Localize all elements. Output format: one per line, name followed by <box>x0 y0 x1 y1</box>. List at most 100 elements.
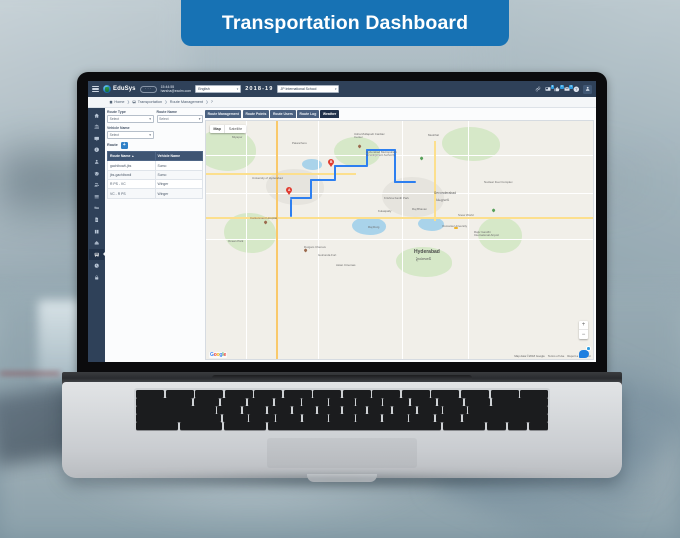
sidebar-item-exams[interactable] <box>89 226 104 237</box>
sidebar-item-dashboard[interactable] <box>89 133 104 144</box>
user-avatar-icon[interactable] <box>583 84 592 94</box>
keyboard-row <box>136 398 549 406</box>
map-label-university-hyderabad: University of Hyderabad <box>252 176 283 180</box>
map-label-snow-world: Snow World <box>458 213 474 217</box>
laptop-shadow <box>72 472 612 488</box>
route-type-value: Select <box>109 116 120 121</box>
laptop-lid: EduSys · · · 15:44:55 harsha@eadm.com En… <box>77 72 607 375</box>
route-name-select[interactable]: Select ▾ <box>156 115 203 123</box>
table-row[interactable]: jbs-gachibowli Sumo <box>107 169 203 181</box>
chat-bubble-icon <box>579 350 589 358</box>
keyboard-row <box>136 390 549 398</box>
map-type-map[interactable]: Map <box>210 125 225 133</box>
sidebar-item-library[interactable] <box>89 238 104 249</box>
sort-ascending-icon: ▲ <box>131 154 135 159</box>
tab-weather[interactable]: Weather <box>320 110 339 118</box>
map-road <box>206 193 593 195</box>
table-row[interactable]: VC - R PS Winger <box>107 188 203 199</box>
tab-route-users[interactable]: Route Users <box>270 110 296 118</box>
sidebar-item-home[interactable] <box>89 110 104 121</box>
map-label-usha-mullapudi: Usha Mullapudi Cardiac Center <box>354 132 385 140</box>
sidebar-item-reports[interactable] <box>89 214 104 225</box>
google-map[interactable]: A B Hyderabad హైదరాబాద్ Secunderabad సిక… <box>205 120 594 360</box>
sidebar-item-transportation[interactable] <box>89 249 104 260</box>
add-route-button[interactable]: + <box>120 141 128 149</box>
map-type-toggle[interactable]: Map Satellite <box>210 125 246 133</box>
tab-route-points[interactable]: Route Points <box>242 110 269 118</box>
breadcrumb-item-route-management[interactable]: Route Management <box>170 100 203 104</box>
brand-name: EduSys <box>113 86 136 92</box>
cell-vehicle-name: Winger <box>154 188 203 199</box>
app-header: EduSys · · · 15:44:55 harsha@eadm.com En… <box>88 81 596 97</box>
thumbs-up-icon[interactable]: 0 <box>554 85 564 92</box>
cell-vehicle-name: Sumo <box>154 169 203 181</box>
sidebar-item-info[interactable] <box>89 145 104 156</box>
help-icon[interactable]: ? <box>573 86 580 93</box>
chat-widget[interactable] <box>579 346 591 358</box>
terms-of-use-link[interactable]: Terms of Use <box>548 354 564 358</box>
link-icon[interactable] <box>535 86 541 92</box>
hamburger-icon[interactable] <box>92 85 99 93</box>
cell-route-name: VC - R PS <box>107 188 156 199</box>
map-label-secunderabad: Secunderabad <box>434 191 457 195</box>
cell-route-name: R PS - VC <box>107 179 156 190</box>
news-icon[interactable]: 0 <box>545 85 555 92</box>
language-select[interactable]: English ▾ <box>195 85 242 93</box>
tab-route-management[interactable]: Route Management <box>205 110 242 118</box>
mail-icon[interactable]: 0 <box>563 85 574 92</box>
sidebar-item-users[interactable] <box>89 156 104 167</box>
map-label-cantonment-hospital: Cantonment Hospital <box>250 216 277 220</box>
map-type-satellite[interactable]: Satellite <box>224 125 246 133</box>
tab-route-log[interactable]: Route Log <box>296 110 319 118</box>
zoom-in-button[interactable]: + <box>579 321 588 330</box>
sidebar-item-history[interactable] <box>89 261 104 272</box>
bank-icon <box>94 124 99 129</box>
icon-sidebar <box>88 108 105 362</box>
sidebar-item-institution[interactable] <box>89 122 104 133</box>
page-title-banner: Transportation Dashboard <box>181 0 509 46</box>
map-label-patancheru: Patancheru <box>292 141 307 145</box>
map-label-raj-bhavan: Raj Bhavan <box>412 207 427 211</box>
chevron-down-icon: ▾ <box>236 87 239 91</box>
session-info: 15:44:55 harsha@eadm.com <box>161 85 192 93</box>
tab-bar: Route Management Route Points Route User… <box>205 110 594 118</box>
table-row[interactable]: R PS - VC Winger <box>107 179 203 190</box>
breadcrumb-item-transportation[interactable]: Transportation <box>132 100 162 104</box>
breadcrumb-label: Route Management <box>169 100 204 104</box>
sidebar-item-staff[interactable] <box>89 180 104 191</box>
sidebar-item-security[interactable] <box>89 272 104 283</box>
route-type-select[interactable]: Select ▾ <box>107 115 154 123</box>
marker-tip <box>329 164 334 168</box>
map-green-area <box>206 129 256 171</box>
sidebar-item-list[interactable] <box>89 191 104 202</box>
map-label-durgam-cheruvu: Durgam Cheruvu <box>304 245 327 249</box>
breadcrumb-help[interactable]: ? <box>211 100 213 104</box>
academic-year: 2018-19 <box>245 86 274 92</box>
map-marker-a[interactable]: A <box>286 187 293 196</box>
laptop-mockup: EduSys · · · 15:44:55 harsha@eadm.com En… <box>62 72 622 492</box>
zoom-out-button[interactable]: − <box>579 330 588 339</box>
table-row[interactable]: gachibowli-jbs Sumo <box>107 160 203 171</box>
vehicle-name-select[interactable]: Select ▾ <box>107 130 154 139</box>
cell-vehicle-name: Winger <box>154 179 203 190</box>
map-label-secunderabad-telugu: సికింద్రాబాద్ <box>436 198 450 202</box>
breadcrumb-label: Transportation <box>137 100 163 104</box>
info-icon <box>94 147 99 153</box>
sidebar-item-hostel[interactable] <box>89 203 104 214</box>
map-zoom-controls[interactable]: + − <box>579 321 588 339</box>
column-route-name[interactable]: Route Name ▲ <box>107 150 156 162</box>
map-marker-b[interactable]: B <box>328 159 335 168</box>
map-label-hmda: Hyderabad Metropolitan Development Autho… <box>366 150 397 158</box>
school-select[interactable]: JP International School ▾ <box>277 85 340 93</box>
column-vehicle-name[interactable]: Vehicle Name <box>154 150 203 162</box>
breadcrumb-separator: ❯ <box>126 100 130 104</box>
brand-logo[interactable]: EduSys <box>103 85 136 93</box>
brand-badge: · · · <box>139 85 157 93</box>
vehicle-name-label: Vehicle Name <box>107 125 130 130</box>
breadcrumb-item-home[interactable]: Home <box>109 100 125 104</box>
sidebar-item-students[interactable] <box>89 168 104 179</box>
map-label-kukatpally: Kukatpally <box>378 209 392 213</box>
header-icon-group: 0 0 0 ? <box>535 84 592 94</box>
list-icon <box>94 194 99 199</box>
laptop-trackpad <box>267 438 417 468</box>
